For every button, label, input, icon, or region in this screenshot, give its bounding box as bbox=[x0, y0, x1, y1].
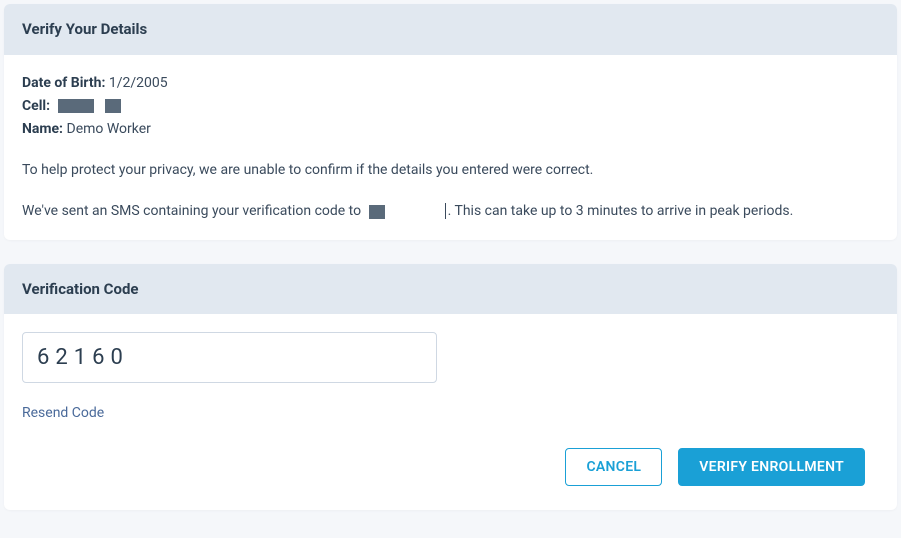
verify-details-body: Date of Birth: 1/2/2005 Cell: Name: Demo… bbox=[4, 55, 897, 240]
redacted-box-icon bbox=[105, 99, 121, 113]
verification-code-body: Resend Code CANCEL VERIFY ENROLLMENT bbox=[4, 314, 897, 510]
cancel-button[interactable]: CANCEL bbox=[565, 448, 662, 486]
cell-line: Cell: bbox=[22, 96, 879, 117]
dob-label: Date of Birth: bbox=[22, 75, 105, 91]
name-label: Name: bbox=[22, 121, 63, 137]
verification-code-input[interactable] bbox=[22, 332, 437, 383]
sms-text: We've sent an SMS containing your verifi… bbox=[22, 201, 879, 222]
resend-code-link[interactable]: Resend Code bbox=[22, 403, 104, 424]
sms-text-prefix: We've sent an SMS containing your verifi… bbox=[22, 203, 365, 219]
redacted-box-icon bbox=[58, 99, 94, 113]
cell-label: Cell: bbox=[22, 98, 50, 114]
name-line: Name: Demo Worker bbox=[22, 119, 879, 140]
sms-text-suffix: . This can take up to 3 minutes to arriv… bbox=[448, 203, 794, 219]
cursor-icon bbox=[445, 203, 446, 219]
verify-details-card: Verify Your Details Date of Birth: 1/2/2… bbox=[4, 4, 897, 240]
verification-code-title: Verification Code bbox=[4, 264, 897, 315]
dob-line: Date of Birth: 1/2/2005 bbox=[22, 73, 879, 94]
privacy-text: To help protect your privacy, we are una… bbox=[22, 160, 879, 181]
verification-code-card: Verification Code Resend Code CANCEL VER… bbox=[4, 264, 897, 511]
redacted-box-icon bbox=[369, 205, 385, 219]
button-row: CANCEL VERIFY ENROLLMENT bbox=[22, 448, 879, 492]
verify-details-title: Verify Your Details bbox=[4, 4, 897, 55]
verify-enrollment-button[interactable]: VERIFY ENROLLMENT bbox=[678, 448, 865, 486]
dob-value: 1/2/2005 bbox=[109, 75, 168, 91]
name-value: Demo Worker bbox=[67, 121, 151, 137]
